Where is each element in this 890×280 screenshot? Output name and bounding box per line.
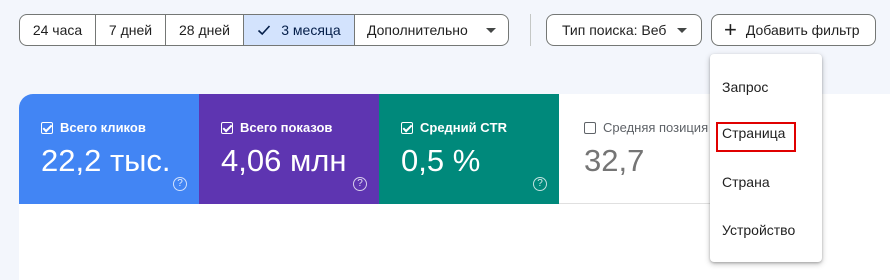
menu-item-label: Страна [722, 174, 770, 190]
metric-card-ctr[interactable]: Средний CTR 0,5 % ? [379, 94, 559, 204]
checkbox-icon[interactable] [41, 121, 53, 134]
metric-cards: Всего кликов 22,2 тыс. ? Всего показов 4… [19, 94, 739, 204]
search-type-label: Тип поиска: Веб [562, 22, 667, 38]
range-28d-label: 28 дней [179, 22, 230, 38]
range-7d-button[interactable]: 7 дней [96, 15, 166, 45]
more-range-label: Дополнительно [367, 22, 468, 38]
range-28d-button[interactable]: 28 дней [166, 15, 244, 45]
metric-card-impressions[interactable]: Всего показов 4,06 млн ? [199, 94, 379, 204]
metric-value: 22,2 тыс. [41, 143, 171, 178]
menu-item-page[interactable]: Страница [710, 113, 822, 153]
checkbox-icon[interactable] [221, 121, 233, 134]
help-icon[interactable]: ? [533, 177, 547, 191]
metric-card-header: Всего показов [221, 120, 332, 135]
range-24h-label: 24 часа [32, 22, 83, 38]
highlight-annotation [716, 122, 796, 152]
menu-item-label: Устройство [722, 222, 796, 238]
metric-value: 32,7 [584, 143, 645, 178]
date-range-selector: 24 часа 7 дней 28 дней 3 месяца Дополнит… [19, 14, 509, 46]
metric-card-header: Всего кликов [41, 120, 146, 135]
checkbox-icon[interactable] [584, 121, 596, 134]
menu-item-query[interactable]: Запрос [710, 67, 822, 107]
caret-down-icon [486, 27, 496, 33]
metric-label: Средний CTR [420, 120, 507, 135]
metric-value: 4,06 млн [221, 143, 347, 178]
checkbox-icon[interactable] [401, 121, 413, 134]
metric-label: Средняя позиция [603, 120, 709, 135]
toolbar-divider [530, 14, 531, 46]
range-24h-button[interactable]: 24 часа [20, 15, 96, 45]
metric-card-header: Средняя позиция [584, 120, 708, 135]
add-filter-button[interactable]: + Добавить фильтр [711, 14, 876, 46]
menu-item-country[interactable]: Страна [710, 162, 822, 202]
more-range-dropdown[interactable]: Дополнительно [355, 15, 508, 45]
metric-value: 0,5 % [401, 143, 481, 178]
metric-card-header: Средний CTR [401, 120, 507, 135]
range-3m-label: 3 месяца [281, 22, 341, 38]
metric-label: Всего кликов [60, 120, 146, 135]
help-icon[interactable]: ? [173, 177, 187, 191]
help-icon[interactable]: ? [353, 177, 367, 191]
filter-type-menu: Запрос Страница Страна Устройство [710, 54, 822, 262]
check-icon [258, 25, 271, 36]
plus-icon: + [724, 17, 737, 42]
range-7d-label: 7 дней [108, 22, 153, 38]
caret-down-icon [677, 27, 687, 33]
add-filter-label: Добавить фильтр [745, 22, 860, 38]
search-type-dropdown[interactable]: Тип поиска: Веб [546, 14, 702, 46]
menu-item-label: Запрос [722, 79, 769, 95]
metric-card-clicks[interactable]: Всего кликов 22,2 тыс. ? [19, 94, 199, 204]
range-3m-button[interactable]: 3 месяца [244, 15, 355, 45]
menu-item-device[interactable]: Устройство [710, 210, 822, 250]
metric-label: Всего показов [240, 120, 333, 135]
